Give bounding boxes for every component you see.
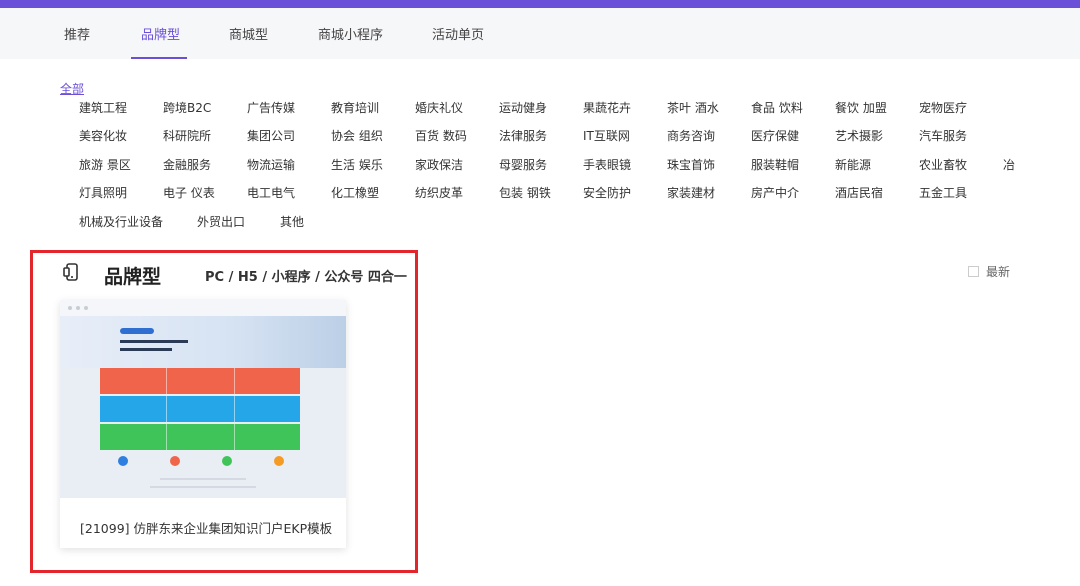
category-item[interactable]: 房产中介 <box>751 184 799 201</box>
category-item[interactable]: 科研院所 <box>163 127 211 144</box>
category-item[interactable]: 旅游 景区 <box>79 156 131 173</box>
thumbnail-circle-icon <box>118 456 128 466</box>
category-item[interactable]: 果蔬花卉 <box>583 99 631 116</box>
thumbnail-circle-icon <box>274 456 284 466</box>
sort-newest-checkbox[interactable]: 最新 <box>968 263 1010 280</box>
category-item[interactable]: IT互联网 <box>583 127 630 144</box>
category-item[interactable]: 宠物医疗 <box>919 99 967 116</box>
category-item[interactable]: 机械及行业设备 <box>79 213 163 230</box>
thumbnail-pill <box>120 328 154 334</box>
tab-brand[interactable]: 品牌型 <box>141 24 180 43</box>
template-thumbnail[interactable] <box>60 300 346 498</box>
category-item[interactable]: 运动健身 <box>499 99 547 116</box>
section-subtitle: PC / H5 / 小程序 / 公众号 四合一 <box>205 270 407 285</box>
thumbnail-heading-line <box>120 348 172 351</box>
category-item[interactable]: 物流运输 <box>247 156 295 173</box>
category-item[interactable]: 艺术摄影 <box>835 127 883 144</box>
category-item[interactable]: 珠宝首饰 <box>667 156 715 173</box>
category-item[interactable]: 汽车服务 <box>919 127 967 144</box>
category-item[interactable]: 广告传媒 <box>247 99 295 116</box>
category-item[interactable]: 冶 <box>1003 156 1015 173</box>
tab-event-page[interactable]: 活动单页 <box>432 24 484 43</box>
thumbnail-band-green <box>100 424 300 450</box>
category-item[interactable]: 纺织皮革 <box>415 184 463 201</box>
category-item[interactable]: 食品 饮料 <box>751 99 803 116</box>
section-title: 品牌型 <box>104 266 162 288</box>
category-item[interactable]: 生活 娱乐 <box>331 156 383 173</box>
category-item[interactable]: 医疗保健 <box>751 127 799 144</box>
category-item[interactable]: 美容化妆 <box>79 127 127 144</box>
category-item[interactable]: 家政保洁 <box>415 156 463 173</box>
category-item[interactable]: 安全防护 <box>583 184 631 201</box>
thumbnail-footer-line <box>160 478 246 480</box>
tab-mall[interactable]: 商城型 <box>229 24 268 43</box>
thumbnail-circle-icon <box>170 456 180 466</box>
tab-recommended[interactable]: 推荐 <box>64 24 90 43</box>
tab-mall-miniprogram[interactable]: 商城小程序 <box>318 24 383 43</box>
category-item[interactable]: 金融服务 <box>163 156 211 173</box>
template-card[interactable]: [21099] 仿胖东来企业集团知识门户EKP模板 <box>60 300 346 548</box>
sort-newest-label: 最新 <box>986 265 1011 279</box>
active-tab-indicator <box>131 57 187 59</box>
thumbnail-band-blue <box>100 396 300 422</box>
category-item[interactable]: 新能源 <box>835 156 871 173</box>
category-item[interactable]: 化工橡塑 <box>331 184 379 201</box>
category-item[interactable]: 母婴服务 <box>499 156 547 173</box>
top-accent-bar <box>0 0 1080 8</box>
category-all[interactable]: 全部 <box>60 80 84 97</box>
category-item[interactable]: 服装鞋帽 <box>751 156 799 173</box>
category-item[interactable]: 外贸出口 <box>197 213 245 230</box>
category-item[interactable]: 协会 组织 <box>331 127 383 144</box>
category-item[interactable]: 其他 <box>280 213 304 230</box>
category-item[interactable]: 手表眼镜 <box>583 156 631 173</box>
checkbox-icon[interactable] <box>968 266 979 277</box>
category-item[interactable]: 电子 仪表 <box>163 184 215 201</box>
thumbnail-browser-bar <box>60 300 346 316</box>
mobile-template-icon <box>63 263 78 281</box>
thumbnail-band-red <box>100 368 300 394</box>
template-type-tabs: 推荐 品牌型 商城型 商城小程序 活动单页 <box>0 8 1080 59</box>
template-card-title[interactable]: [21099] 仿胖东来企业集团知识门户EKP模板 <box>80 518 332 537</box>
category-item[interactable]: 包装 钢铁 <box>499 184 551 201</box>
category-item[interactable]: 跨境B2C <box>163 99 211 116</box>
category-item[interactable]: 酒店民宿 <box>835 184 883 201</box>
category-item[interactable]: 建筑工程 <box>79 99 127 116</box>
category-item[interactable]: 教育培训 <box>331 99 379 116</box>
category-item[interactable]: 商务咨询 <box>667 127 715 144</box>
category-item[interactable]: 餐饮 加盟 <box>835 99 887 116</box>
category-item[interactable]: 电工电气 <box>247 184 295 201</box>
thumbnail-circle-icon <box>222 456 232 466</box>
thumbnail-heading-line <box>120 340 188 343</box>
category-item[interactable]: 农业畜牧 <box>919 156 967 173</box>
category-item[interactable]: 百货 数码 <box>415 127 467 144</box>
category-item[interactable]: 婚庆礼仪 <box>415 99 463 116</box>
category-item[interactable]: 五金工具 <box>919 184 967 201</box>
category-item[interactable]: 茶叶 酒水 <box>667 99 719 116</box>
thumbnail-hero <box>60 316 346 368</box>
category-item[interactable]: 集团公司 <box>247 127 295 144</box>
category-item[interactable]: 法律服务 <box>499 127 547 144</box>
thumbnail-footer-line <box>150 486 256 488</box>
category-item[interactable]: 灯具照明 <box>79 184 127 201</box>
category-item[interactable]: 家装建材 <box>667 184 715 201</box>
